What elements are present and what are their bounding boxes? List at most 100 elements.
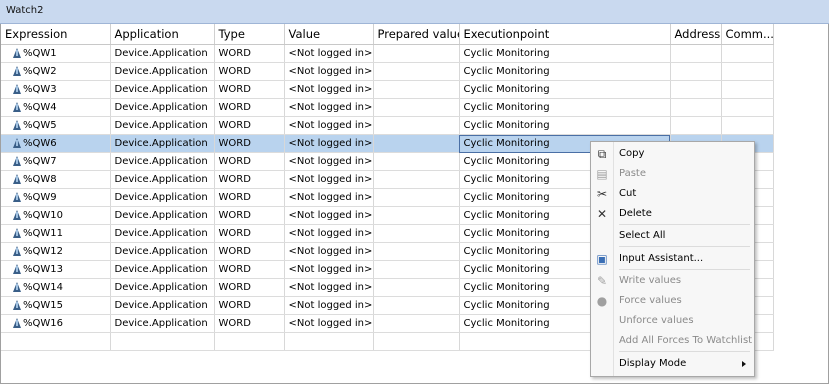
prepared-value-cell[interactable] [373,170,460,189]
prepared-value-cell[interactable] [373,62,460,81]
value-cell[interactable] [284,332,374,351]
application-cell[interactable]: Device.Application [110,134,215,153]
prepared-value-cell[interactable] [373,332,460,351]
column-header-value[interactable]: Value [284,24,374,45]
value-cell[interactable]: <Not logged in> [284,170,374,189]
type-cell[interactable]: WORD [214,62,285,81]
expression-cell[interactable]: %QW10 [1,206,111,225]
menu-item-paste[interactable]: ▤ Paste [591,164,754,184]
prepared-value-cell[interactable] [373,80,460,99]
application-cell[interactable]: Device.Application [110,116,215,135]
application-cell[interactable]: Device.Application [110,98,215,117]
prepared-value-cell[interactable] [373,116,460,135]
type-cell[interactable]: WORD [214,224,285,243]
application-cell[interactable] [110,332,215,351]
type-cell[interactable]: WORD [214,152,285,171]
menu-item-cut[interactable]: ✂ Cut [591,184,754,204]
column-header-prepared-value[interactable]: Prepared value [373,24,460,45]
prepared-value-cell[interactable] [373,242,460,261]
menu-item-input-assistant[interactable]: ▣ Input Assistant... [591,249,754,269]
prepared-value-cell[interactable] [373,206,460,225]
table-row[interactable]: %QW2 Device.Application WORD <Not logged in… [1,62,774,81]
menu-item-add-all-forces-to-watchlist[interactable]: Add All Forces To Watchlist [591,331,754,351]
expression-cell[interactable]: %QW7 [1,152,111,171]
expression-cell[interactable]: %QW6 [1,134,111,153]
expression-cell[interactable]: %QW3 [1,80,111,99]
address-cell[interactable] [670,44,722,63]
column-header-comment[interactable]: Comm... [721,24,774,45]
application-cell[interactable]: Device.Application [110,278,215,297]
expression-cell[interactable]: %QW15 [1,296,111,315]
type-cell[interactable]: WORD [214,44,285,63]
prepared-value-cell[interactable] [373,188,460,207]
expression-cell[interactable]: %QW2 [1,62,111,81]
expression-cell[interactable]: %QW16 [1,314,111,333]
comment-cell[interactable] [721,44,774,63]
comment-cell[interactable] [721,80,774,99]
address-cell[interactable] [670,80,722,99]
expression-cell[interactable]: %QW14 [1,278,111,297]
prepared-value-cell[interactable] [373,224,460,243]
type-cell[interactable]: WORD [214,170,285,189]
column-header-type[interactable]: Type [214,24,285,45]
comment-cell[interactable] [721,62,774,81]
expression-cell[interactable]: %QW9 [1,188,111,207]
prepared-value-cell[interactable] [373,98,460,117]
menu-item-unforce-values[interactable]: Unforce values [591,311,754,331]
address-cell[interactable] [670,98,722,117]
column-header-expression[interactable]: Expression [1,24,111,45]
value-cell[interactable]: <Not logged in> [284,206,374,225]
application-cell[interactable]: Device.Application [110,224,215,243]
application-cell[interactable]: Device.Application [110,260,215,279]
expression-cell[interactable]: %QW5 [1,116,111,135]
value-cell[interactable]: <Not logged in> [284,224,374,243]
executionpoint-cell[interactable]: Cyclic Monitoring [459,44,671,63]
type-cell[interactable]: WORD [214,188,285,207]
type-cell[interactable]: WORD [214,296,285,315]
type-cell[interactable]: WORD [214,116,285,135]
executionpoint-cell[interactable]: Cyclic Monitoring [459,98,671,117]
expression-cell[interactable]: %QW1 [1,44,111,63]
type-cell[interactable] [214,332,285,351]
prepared-value-cell[interactable] [373,314,460,333]
application-cell[interactable]: Device.Application [110,170,215,189]
application-cell[interactable]: Device.Application [110,296,215,315]
value-cell[interactable]: <Not logged in> [284,152,374,171]
type-cell[interactable]: WORD [214,314,285,333]
value-cell[interactable]: <Not logged in> [284,260,374,279]
value-cell[interactable]: <Not logged in> [284,278,374,297]
comment-cell[interactable] [721,98,774,117]
expression-cell[interactable]: %QW13 [1,260,111,279]
column-header-executionpoint[interactable]: Executionpoint [459,24,671,45]
prepared-value-cell[interactable] [373,152,460,171]
type-cell[interactable]: WORD [214,98,285,117]
comment-cell[interactable] [721,116,774,135]
address-cell[interactable] [670,116,722,135]
menu-item-select-all[interactable]: Select All [591,226,754,246]
value-cell[interactable]: <Not logged in> [284,314,374,333]
expression-cell[interactable]: %QW4 [1,98,111,117]
prepared-value-cell[interactable] [373,44,460,63]
executionpoint-cell[interactable]: Cyclic Monitoring [459,62,671,81]
table-row[interactable]: %QW1 Device.Application WORD <Not logged in… [1,44,774,63]
type-cell[interactable]: WORD [214,80,285,99]
type-cell[interactable]: WORD [214,278,285,297]
application-cell[interactable]: Device.Application [110,44,215,63]
table-row[interactable]: %QW4 Device.Application WORD <Not logged in… [1,98,774,117]
application-cell[interactable]: Device.Application [110,206,215,225]
application-cell[interactable]: Device.Application [110,242,215,261]
value-cell[interactable]: <Not logged in> [284,80,374,99]
value-cell[interactable]: <Not logged in> [284,116,374,135]
type-cell[interactable]: WORD [214,206,285,225]
table-row[interactable]: %QW5 Device.Application WORD <Not logged in… [1,116,774,135]
column-header-application[interactable]: Application [110,24,215,45]
application-cell[interactable]: Device.Application [110,62,215,81]
value-cell[interactable]: <Not logged in> [284,188,374,207]
expression-cell[interactable]: %QW12 [1,242,111,261]
value-cell[interactable]: <Not logged in> [284,296,374,315]
expression-cell[interactable] [1,332,111,351]
menu-item-force-values[interactable]: ● Force values [591,291,754,311]
value-cell[interactable]: <Not logged in> [284,98,374,117]
prepared-value-cell[interactable] [373,134,460,153]
application-cell[interactable]: Device.Application [110,80,215,99]
